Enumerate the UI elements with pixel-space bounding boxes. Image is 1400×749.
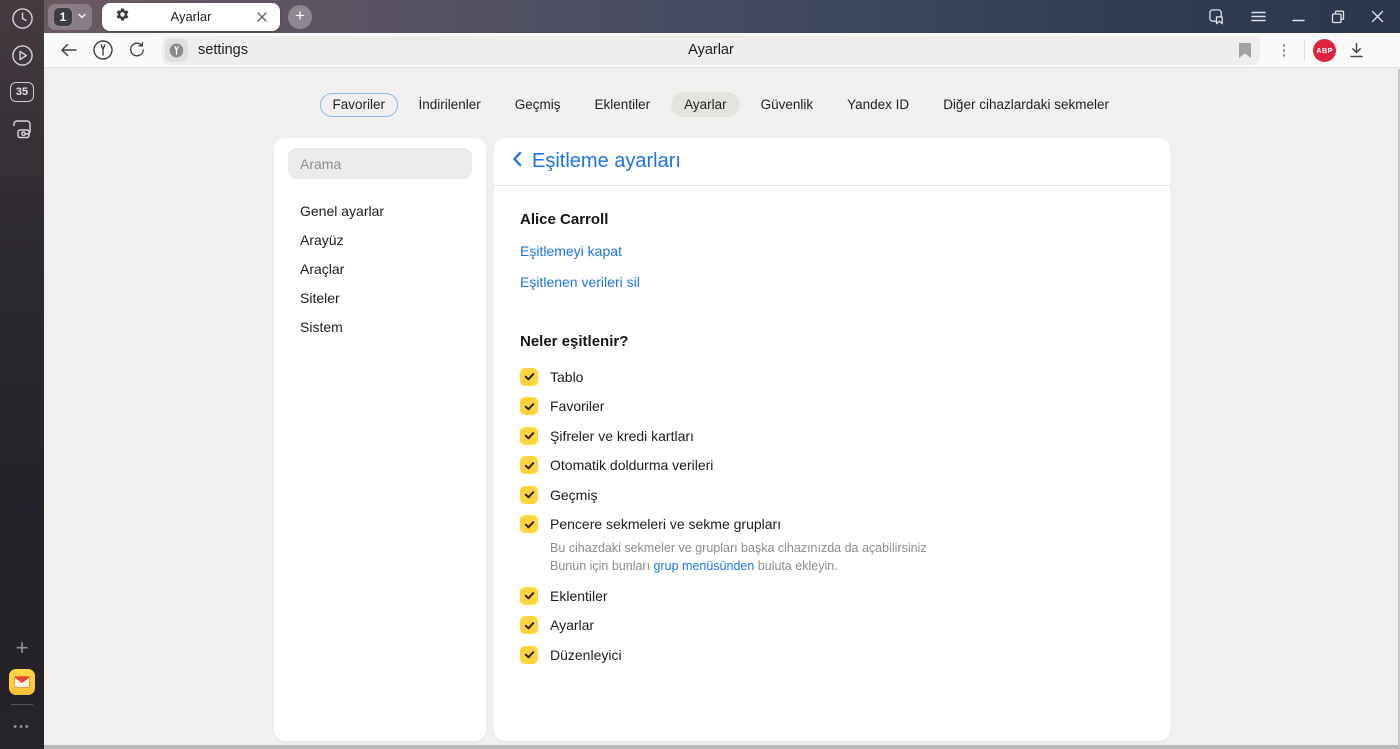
sync-item-gecmis[interactable]: Geçmiş — [520, 480, 1140, 510]
sync-section-heading: Neler eşitlenir? — [520, 333, 629, 350]
checkbox-checked-icon[interactable] — [520, 485, 538, 504]
nav-tab-indirilenler[interactable]: İndirilenler — [406, 92, 494, 117]
rail-more-icon[interactable]: ••• — [8, 713, 36, 741]
nav-tab-diger-cihazlar[interactable]: Diğer cihazlardaki sekmeler — [930, 92, 1122, 117]
bookmark-icon[interactable] — [1238, 42, 1252, 59]
settings-page: Favoriler İndirilenler Geçmiş Eklentiler… — [44, 69, 1400, 749]
sync-item-otomatik-doldurma[interactable]: Otomatik doldurma verileri — [520, 451, 1140, 481]
new-tab-button[interactable]: + — [288, 4, 312, 29]
rail-add-icon[interactable]: + — [8, 634, 36, 662]
toolbar-overflow-icon[interactable]: ⋮ — [1274, 41, 1294, 59]
chevron-left-icon — [511, 151, 523, 172]
checkbox-checked-icon[interactable] — [520, 515, 538, 534]
downloads-icon[interactable] — [1348, 42, 1365, 59]
nav-tab-favoriler[interactable]: Favoriler — [319, 92, 398, 117]
checkbox-checked-icon[interactable] — [520, 426, 538, 445]
settings-top-nav: Favoriler İndirilenler Geçmiş Eklentiler… — [44, 92, 1398, 117]
tab-strip: 1 Ayarlar + — [0, 0, 1400, 33]
points-counter-badge[interactable]: 35 — [8, 78, 36, 106]
url-text: settings — [198, 42, 248, 58]
nav-tab-ayarlar[interactable]: Ayarlar — [671, 92, 740, 117]
sync-settings-card: Eşitleme ayarları Alice Carroll Eşitleme… — [494, 138, 1170, 741]
sync-item-description: Bu cihazdaki sekmeler ve grupları başka … — [550, 541, 927, 573]
address-bar[interactable]: settings Ayarlar — [162, 35, 1260, 65]
sidebar-item-sistem[interactable]: Sistem — [274, 313, 486, 342]
settings-sidebar-card: Genel ayarlar Arayüz Araçlar Siteler Sis… — [274, 138, 486, 741]
sidebar-item-genel-ayarlar[interactable]: Genel ayarlar — [274, 197, 486, 226]
sync-item-sifreler[interactable]: Şifreler ve kredi kartları — [520, 421, 1140, 451]
checkbox-checked-icon[interactable] — [520, 367, 538, 386]
side-rail: 35 + ••• — [0, 0, 44, 749]
gear-icon — [115, 7, 130, 27]
restore-icon[interactable] — [1331, 10, 1345, 24]
search-input[interactable] — [288, 148, 472, 179]
nav-tab-gecmis[interactable]: Geçmiş — [502, 92, 574, 117]
adblock-plus-icon[interactable]: ABP — [1313, 38, 1336, 62]
sync-item-pencere-sekmeleri[interactable]: Pencere sekmeleri ve sekme grupları — [520, 510, 1140, 540]
sync-item-ayarlar[interactable]: Ayarlar — [520, 611, 1140, 641]
toolbar: settings Ayarlar ⋮ ABP — [44, 33, 1400, 68]
sidebar-item-arayuz[interactable]: Arayüz — [274, 226, 486, 255]
delete-synced-data-link[interactable]: Eşitlenen verileri sil — [520, 274, 640, 290]
toolbar-divider — [1304, 40, 1305, 60]
checkbox-checked-icon[interactable] — [520, 586, 538, 605]
tab-ayarlar[interactable]: Ayarlar — [102, 2, 280, 31]
sync-items-list: Tablo Favoriler Şifreler ve kredi kartla… — [520, 362, 1140, 670]
tab-close-icon[interactable] — [254, 9, 270, 25]
account-name: Alice Carroll — [520, 211, 609, 228]
minimize-icon[interactable] — [1292, 10, 1305, 23]
page-title: Ayarlar — [688, 42, 734, 58]
menu-icon[interactable] — [1251, 10, 1266, 23]
sync-settings-header[interactable]: Eşitleme ayarları — [494, 138, 1170, 186]
yandex-mail-icon[interactable] — [8, 668, 36, 696]
yandex-services-icon[interactable] — [86, 36, 120, 64]
tab-panel-icon[interactable] — [1208, 8, 1225, 25]
nav-tab-eklentiler[interactable]: Eklentiler — [582, 92, 664, 117]
checkbox-checked-icon[interactable] — [520, 397, 538, 416]
nav-tab-guvenlik[interactable]: Güvenlik — [748, 92, 827, 117]
sidebar-item-siteler[interactable]: Siteler — [274, 284, 486, 313]
checkbox-checked-icon[interactable] — [520, 616, 538, 635]
browser-window: 1 Ayarlar + settings Ayarlar ⋮ ABP 35 + … — [0, 0, 1400, 749]
sync-item-tablo[interactable]: Tablo — [520, 362, 1140, 392]
screenshot-icon[interactable] — [8, 115, 36, 143]
sync-settings-title: Eşitleme ayarları — [532, 150, 681, 172]
tab-group-count-badge: 1 — [53, 6, 73, 27]
sync-item-duzenleyici[interactable]: Düzenleyici — [520, 640, 1140, 670]
sidebar-item-araclar[interactable]: Araçlar — [274, 255, 486, 284]
sync-item-favoriler[interactable]: Favoriler — [520, 392, 1140, 422]
group-menu-link[interactable]: grup menüsünden — [654, 559, 755, 573]
tab-group-selector[interactable]: 1 — [48, 3, 92, 30]
window-controls — [1208, 8, 1400, 25]
checkbox-checked-icon[interactable] — [520, 456, 538, 475]
history-clock-icon[interactable] — [8, 4, 36, 32]
checkbox-checked-icon[interactable] — [520, 645, 538, 664]
chevron-down-icon — [77, 8, 87, 26]
refresh-icon[interactable] — [120, 36, 154, 64]
nav-tab-yandex-id[interactable]: Yandex ID — [834, 92, 922, 117]
sync-item-eklentiler[interactable]: Eklentiler — [520, 581, 1140, 611]
play-media-icon[interactable] — [8, 41, 36, 69]
disable-sync-link[interactable]: Eşitlemeyi kapat — [520, 243, 622, 259]
back-icon[interactable] — [52, 36, 86, 64]
rail-divider — [11, 704, 33, 705]
close-window-icon[interactable] — [1371, 10, 1384, 23]
settings-nav-list: Genel ayarlar Arayüz Araçlar Siteler Sis… — [274, 197, 486, 342]
